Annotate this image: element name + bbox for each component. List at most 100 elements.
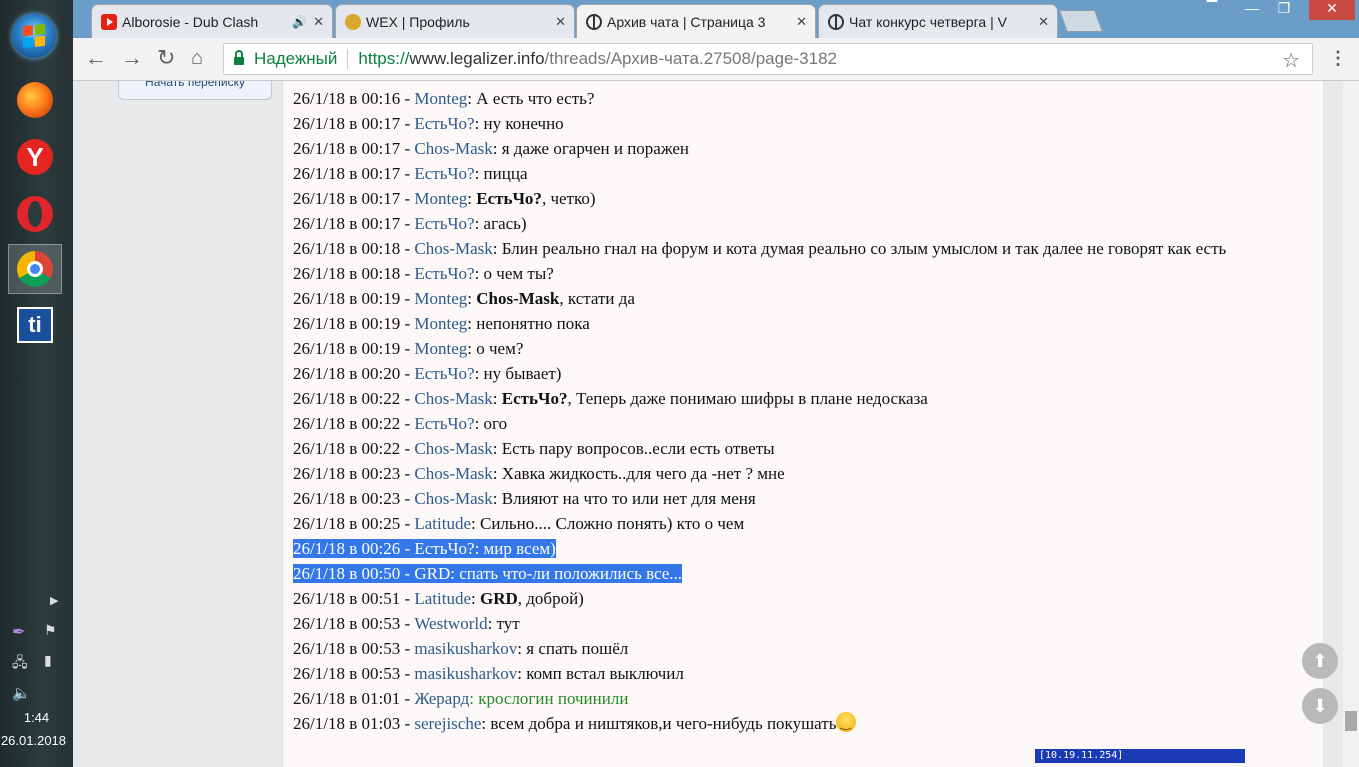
tab-chat-contest[interactable]: Чат конкурс четверга | V ✕ [818, 4, 1058, 38]
feather-icon[interactable]: ✒ [12, 622, 25, 642]
message-text: : [467, 289, 477, 308]
message-author-link[interactable]: Chos-Mask [414, 389, 492, 408]
message-author-link[interactable]: ЕстьЧо? [414, 539, 474, 558]
message-author-link[interactable]: GRD [414, 564, 450, 583]
message-author-link[interactable]: ЕстьЧо? [414, 114, 474, 133]
chat-message-line: 26/1/18 в 00:17 - ЕстьЧо?: агась) [293, 214, 527, 233]
chat-message-line: 26/1/18 в 00:17 - ЕстьЧо?: ну конечно [293, 114, 564, 133]
message-text: : ну бывает) [474, 364, 562, 383]
network-icon[interactable]: 🖧 [12, 652, 28, 676]
chat-message-line: 26/1/18 в 00:53 - masikusharkov: я спать… [293, 639, 628, 658]
message-text: : комп встал выключил [517, 664, 684, 683]
message-text: : [467, 189, 477, 208]
message-text: : тут [487, 614, 520, 633]
message-mention: ЕстьЧо? [476, 189, 542, 208]
url-host: www.legalizer.info [409, 49, 545, 68]
back-arrow-icon[interactable]: ← [85, 47, 107, 69]
action-center-flag-icon[interactable]: ⚑ [44, 622, 57, 639]
taskbar-yandex[interactable]: Y [8, 132, 62, 182]
volume-icon[interactable]: 🔈 [12, 684, 31, 702]
tab-close-icon[interactable]: ✕ [313, 14, 324, 30]
message-author-link[interactable]: Monteg [414, 89, 467, 108]
chat-message-line: 26/1/18 в 00:20 - ЕстьЧо?: ну бывает) [293, 364, 561, 383]
clock-time[interactable]: 1:44 [0, 710, 73, 725]
message-author-link[interactable]: masikusharkov [414, 639, 517, 658]
new-tab-button[interactable] [1058, 10, 1104, 32]
chat-message: 26/1/18 в 00:50 - GRD: спать что-ли поло… [293, 561, 1293, 586]
menu-dots-icon[interactable]: ⋮ [1329, 48, 1347, 69]
chat-message-line: 26/1/18 в 00:23 - Chos-Mask: Хавка жидко… [293, 464, 785, 483]
tab-close-icon[interactable]: ✕ [555, 14, 566, 30]
tab-chat-archive[interactable]: Архив чата | Страница 3 ✕ [576, 4, 816, 38]
message-text: , Теперь даже понимаю шифры в плане недо… [567, 389, 928, 408]
close-window-button[interactable]: ✕ [1309, 0, 1355, 20]
message-author-link[interactable]: Monteg [414, 189, 467, 208]
message-author-link[interactable]: Chos-Mask [414, 239, 492, 258]
bitcoin-icon [345, 14, 361, 30]
message-text: : ну конечно [474, 114, 564, 133]
maximize-button[interactable]: ❐ [1269, 0, 1299, 20]
message-author-link[interactable]: Chos-Mask [414, 464, 492, 483]
message-text: : Сильно.... Сложно понять) кто о чем [471, 514, 745, 533]
tray-expand-icon[interactable]: ▶ [50, 594, 58, 607]
message-text: , четко) [541, 189, 596, 208]
tab-title: Архив чата | Страница 3 [607, 13, 766, 30]
message-author-link[interactable]: ЕстьЧо? [414, 214, 474, 233]
clock-date[interactable]: 26.01.2018 [0, 733, 70, 748]
message-author-link[interactable]: ЕстьЧо? [414, 264, 474, 283]
profile-icon[interactable]: ▔ [1197, 0, 1227, 20]
chat-message-line: 26/1/18 в 00:17 - ЕстьЧо?: пицца [293, 164, 528, 183]
message-author-link[interactable]: ЕстьЧо? [414, 364, 474, 383]
chat-message-line: 26/1/18 в 00:50 - GRD: спать что-ли поло… [293, 564, 683, 583]
bookmark-star-icon[interactable]: ☆ [1282, 48, 1300, 73]
taskbar-firefox[interactable] [8, 75, 62, 125]
speaker-icon[interactable]: 🔊 [292, 15, 307, 29]
home-icon[interactable]: ⌂ [191, 48, 203, 68]
message-text: : [471, 589, 480, 608]
chat-message-line: 26/1/18 в 00:25 - Latitude: Сильно.... С… [293, 514, 744, 533]
message-author-link[interactable]: Chos-Mask [414, 139, 492, 158]
message-author-link[interactable]: Latitude [414, 514, 471, 533]
scroll-down-button[interactable]: ⬇ [1302, 688, 1338, 724]
device-icon[interactable]: ▮ [44, 652, 52, 669]
forward-arrow-icon[interactable]: → [121, 47, 143, 69]
message-text: : непонятно пока [467, 314, 590, 333]
reload-icon[interactable]: ↻ [157, 47, 175, 69]
start-conversation-button[interactable]: Начать переписку [118, 81, 272, 100]
message-author-link[interactable]: Monteg [414, 314, 467, 333]
chat-message: 26/1/18 в 00:19 - Monteg: Chos-Mask, кст… [293, 286, 1293, 311]
address-bar[interactable]: Надежный https://www.legalizer.info/thre… [223, 43, 1313, 75]
message-author-link[interactable]: ЕстьЧо? [414, 414, 474, 433]
tab-close-icon[interactable]: ✕ [1038, 14, 1049, 30]
message-timestamp: 26/1/18 в 00:17 - [293, 139, 415, 158]
taskbar-chrome[interactable] [8, 244, 62, 294]
message-author-link[interactable]: Westworld [414, 614, 487, 633]
taskbar-ti[interactable]: ti [8, 300, 62, 350]
scroll-up-button[interactable]: ⬆ [1302, 643, 1338, 679]
message-author-link[interactable]: Monteg [414, 339, 467, 358]
message-author-link[interactable]: masikusharkov [414, 664, 517, 683]
message-author-link[interactable]: Latitude [414, 589, 471, 608]
start-button[interactable] [12, 14, 56, 58]
message-author-link[interactable]: Chos-Mask [414, 489, 492, 508]
message-author-link[interactable]: ЕстьЧо? [414, 164, 474, 183]
tab-alborosie[interactable]: Alborosie - Dub Clash 🔊 ✕ [91, 4, 333, 38]
tab-close-icon[interactable]: ✕ [796, 14, 807, 30]
tab-wex-profile[interactable]: WEX | Профиль ✕ [335, 4, 575, 38]
chat-message-line: 26/1/18 в 00:51 - Latitude: GRD, доброй) [293, 589, 584, 608]
message-timestamp: 26/1/18 в 00:25 - [293, 514, 415, 533]
scrollbar[interactable] [1343, 81, 1359, 767]
scrollbar-thumb[interactable] [1345, 711, 1357, 731]
message-author-link[interactable]: Жерард [414, 689, 469, 708]
chat-message-line: 26/1/18 в 00:19 - Monteg: о чем? [293, 339, 523, 358]
message-author-link[interactable]: Monteg [414, 289, 467, 308]
message-author-link[interactable]: Chos-Mask [414, 439, 492, 458]
taskbar-opera[interactable] [8, 189, 62, 239]
chat-message-line: 26/1/18 в 00:22 - Chos-Mask: ЕстьЧо?, Те… [293, 389, 928, 408]
message-timestamp: 26/1/18 в 00:50 - [293, 564, 415, 583]
chat-archive-content: 26/1/18 в 00:16 - Monteg: А есть что ест… [282, 81, 1323, 767]
minimize-button[interactable]: — [1237, 0, 1267, 20]
message-timestamp: 26/1/18 в 00:17 - [293, 164, 415, 183]
chat-message-line: 26/1/18 в 01:01 - Жерард: кpослогин почи… [293, 689, 628, 708]
message-author-link[interactable]: serejische [414, 714, 481, 733]
